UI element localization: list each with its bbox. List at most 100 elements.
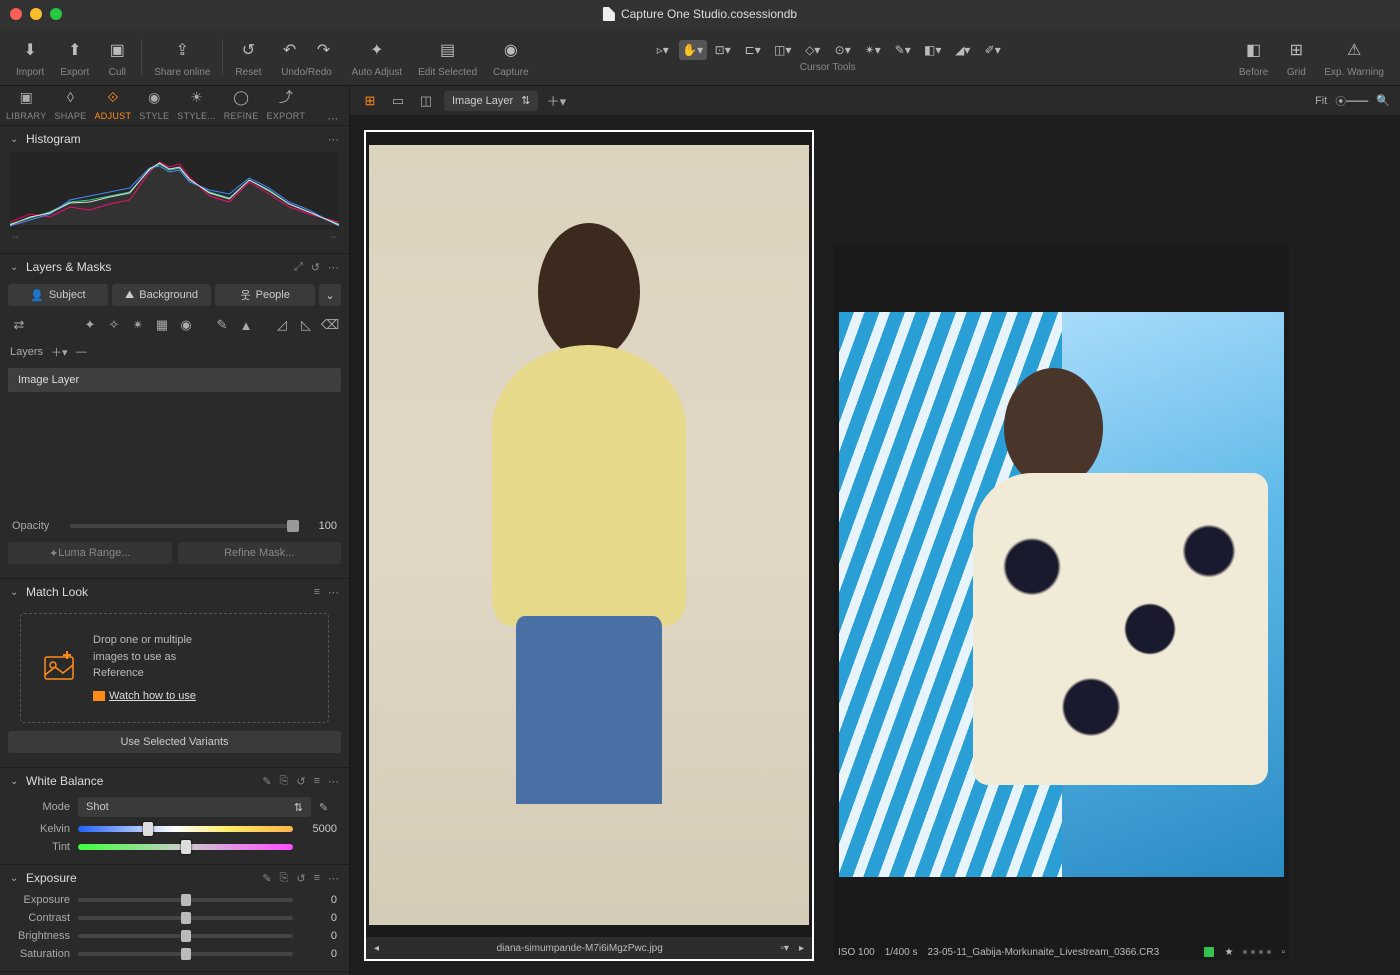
tab-adjust[interactable]: ⟐ ADJUST bbox=[94, 86, 131, 125]
panel-options[interactable]: ≡ bbox=[314, 775, 320, 788]
chevron-down-icon[interactable]: ⌄ bbox=[10, 873, 20, 884]
remove-layer[interactable]: — bbox=[76, 346, 87, 358]
tabs-more[interactable]: ⋯ bbox=[321, 112, 344, 125]
minimize-window[interactable] bbox=[30, 8, 42, 20]
spot-tool[interactable]: ⊙▾ bbox=[829, 40, 857, 60]
tab-style-more[interactable]: ☀ STYLE... bbox=[177, 86, 215, 125]
heal-tool[interactable]: ✴▾ bbox=[859, 40, 887, 60]
panel-menu[interactable]: ⋯ bbox=[328, 872, 339, 885]
reset-icon[interactable]: ↺ bbox=[296, 775, 305, 788]
layer-dropdown[interactable]: Image Layer⇅ bbox=[444, 91, 538, 111]
magic-brush-icon[interactable]: ✦ bbox=[81, 316, 99, 334]
eyedropper-icon[interactable]: ✎ bbox=[319, 801, 337, 814]
next-image[interactable]: ▸ bbox=[799, 943, 804, 954]
star-rating[interactable]: ★ bbox=[1224, 947, 1233, 958]
panel-options[interactable]: ≡ bbox=[314, 586, 320, 599]
color-tag[interactable] bbox=[1204, 947, 1214, 957]
ai-select-icon[interactable]: ✴ bbox=[129, 316, 147, 334]
close-window[interactable] bbox=[10, 8, 22, 20]
crop-tool[interactable]: ⊏▾ bbox=[739, 40, 767, 60]
rating-dots[interactable] bbox=[1243, 950, 1271, 954]
reset-icon[interactable]: ↺ bbox=[296, 872, 305, 885]
add-layer[interactable]: ＋▾ bbox=[51, 344, 68, 360]
wb-mode-select[interactable]: Shot⇅ bbox=[78, 797, 311, 817]
chevron-down-icon[interactable]: ⌄ bbox=[10, 262, 20, 273]
tab-style[interactable]: ◉ STYLE bbox=[139, 86, 169, 125]
hand-tool[interactable]: ✋▾ bbox=[679, 40, 707, 60]
grid-button[interactable]: ⊞ Grid bbox=[1284, 35, 1308, 78]
chevron-down-icon[interactable]: ⌄ bbox=[10, 587, 20, 598]
tab-library[interactable]: ▣ LIBRARY bbox=[6, 86, 46, 125]
panel-options[interactable]: ≡ bbox=[314, 872, 320, 885]
expand-icon[interactable]: ⤢ bbox=[294, 261, 303, 274]
share-button[interactable]: ⇪ Share online bbox=[154, 35, 210, 78]
panel-menu[interactable]: ⋯ bbox=[328, 775, 339, 788]
annotate-tool[interactable]: ✐▾ bbox=[979, 40, 1007, 60]
mask-options[interactable]: ⌄ bbox=[319, 284, 341, 306]
tint-slider[interactable] bbox=[78, 844, 293, 850]
brush-tool[interactable]: ✎▾ bbox=[889, 40, 917, 60]
browser-view-icon[interactable]: ◫ bbox=[416, 91, 436, 111]
export-button[interactable]: ⬆ Export bbox=[60, 35, 89, 78]
keystone-tool[interactable]: ◇▾ bbox=[799, 40, 827, 60]
search-icon[interactable]: 🔍 bbox=[1376, 94, 1390, 107]
people-mask-button[interactable]: 웃People bbox=[215, 284, 315, 306]
tab-export[interactable]: ⤴ EXPORT bbox=[267, 86, 306, 125]
single-view-icon[interactable]: ▭ bbox=[388, 91, 408, 111]
reset-panel-icon[interactable]: ↺ bbox=[311, 261, 320, 274]
undo-redo-button[interactable]: ↶↷ Undo/Redo bbox=[278, 35, 336, 78]
reset-button[interactable]: ↺ Reset bbox=[235, 35, 261, 78]
capture-button[interactable]: ◉ Capture bbox=[493, 35, 529, 78]
variant-icon[interactable]: ▫ bbox=[1281, 947, 1285, 958]
erase-tool[interactable]: ◧▾ bbox=[919, 40, 947, 60]
luma-range-button[interactable]: ✦ Luma Range... bbox=[8, 542, 172, 564]
tab-refine[interactable]: ◯ REFINE bbox=[224, 86, 259, 125]
radial-mask-icon[interactable]: ◉ bbox=[177, 316, 195, 334]
panel-menu[interactable]: ⋯ bbox=[328, 586, 339, 599]
fill-mask-icon[interactable]: ▲ bbox=[237, 316, 255, 334]
copy-icon[interactable]: ✎ bbox=[262, 872, 271, 885]
before-after-button[interactable]: ◧ Before bbox=[1239, 35, 1268, 78]
watch-link[interactable]: Watch how to use bbox=[109, 690, 196, 702]
paste-icon[interactable]: ⎘ bbox=[280, 775, 289, 788]
add-viewer-icon[interactable]: ＋▾ bbox=[546, 91, 566, 111]
magic-erase-icon[interactable]: ✧ bbox=[105, 316, 123, 334]
refine-mask-button[interactable]: Refine Mask... bbox=[178, 542, 342, 564]
clear-mask-icon[interactable]: ⌫ bbox=[321, 316, 339, 334]
maximize-window[interactable] bbox=[50, 8, 62, 20]
auto-adjust-button[interactable]: ✦ Auto Adjust bbox=[352, 35, 403, 78]
linear-mask-icon[interactable]: ▦ bbox=[153, 316, 171, 334]
rotate-tool[interactable]: ◫▾ bbox=[769, 40, 797, 60]
image-1[interactable]: ◂ diana-simumpande-M7i6iMgzPwc.jpg ▫▾ ▸ bbox=[364, 130, 814, 961]
mask-settings-icon[interactable]: ⇄ bbox=[10, 316, 28, 334]
import-button[interactable]: ⬇ Import bbox=[16, 35, 44, 78]
prev-image[interactable]: ◂ bbox=[374, 943, 379, 954]
copy-icon[interactable]: ✎ bbox=[262, 775, 271, 788]
cull-button[interactable]: ▣ Cull bbox=[105, 35, 129, 78]
chevron-down-icon[interactable]: ⌄ bbox=[10, 776, 20, 787]
edit-selected-button[interactable]: ▤ Edit Selected bbox=[418, 35, 477, 78]
contrast-slider[interactable] bbox=[78, 916, 293, 920]
image-2[interactable]: ISO 100 1/400 s 23-05-11_Gabija-Morkunai… bbox=[834, 245, 1289, 961]
panel-menu[interactable]: ⋯ bbox=[328, 133, 339, 146]
kelvin-slider[interactable] bbox=[78, 826, 293, 832]
match-look-dropzone[interactable]: Drop one or multiple images to use as Re… bbox=[20, 613, 329, 723]
layer-item[interactable]: Image Layer bbox=[8, 368, 341, 392]
zoom-slider[interactable]: ⦿━━ bbox=[1335, 93, 1368, 109]
subject-mask-button[interactable]: 👤Subject bbox=[8, 284, 108, 306]
grid-view-icon[interactable]: ⊞ bbox=[360, 91, 380, 111]
background-mask-button[interactable]: ⛰Background bbox=[112, 284, 212, 306]
exposure-warning-button[interactable]: ⚠ Exp. Warning bbox=[1324, 35, 1384, 78]
saturation-slider[interactable] bbox=[78, 952, 293, 956]
erase-mask-icon[interactable]: ◿ bbox=[273, 316, 291, 334]
exposure-slider[interactable] bbox=[78, 898, 293, 902]
loupe-tool[interactable]: ⊡▾ bbox=[709, 40, 737, 60]
pointer-tool[interactable]: ▹▾ bbox=[649, 40, 677, 60]
brightness-slider[interactable] bbox=[78, 934, 293, 938]
brush-mask-icon[interactable]: ✎ bbox=[213, 316, 231, 334]
use-selected-variants-button[interactable]: Use Selected Variants bbox=[8, 731, 341, 753]
panel-menu[interactable]: ⋯ bbox=[328, 261, 339, 274]
invert-mask-icon[interactable]: ◺ bbox=[297, 316, 315, 334]
view-toggle[interactable]: ▫▾ bbox=[780, 943, 789, 954]
paste-icon[interactable]: ⎘ bbox=[280, 872, 289, 885]
